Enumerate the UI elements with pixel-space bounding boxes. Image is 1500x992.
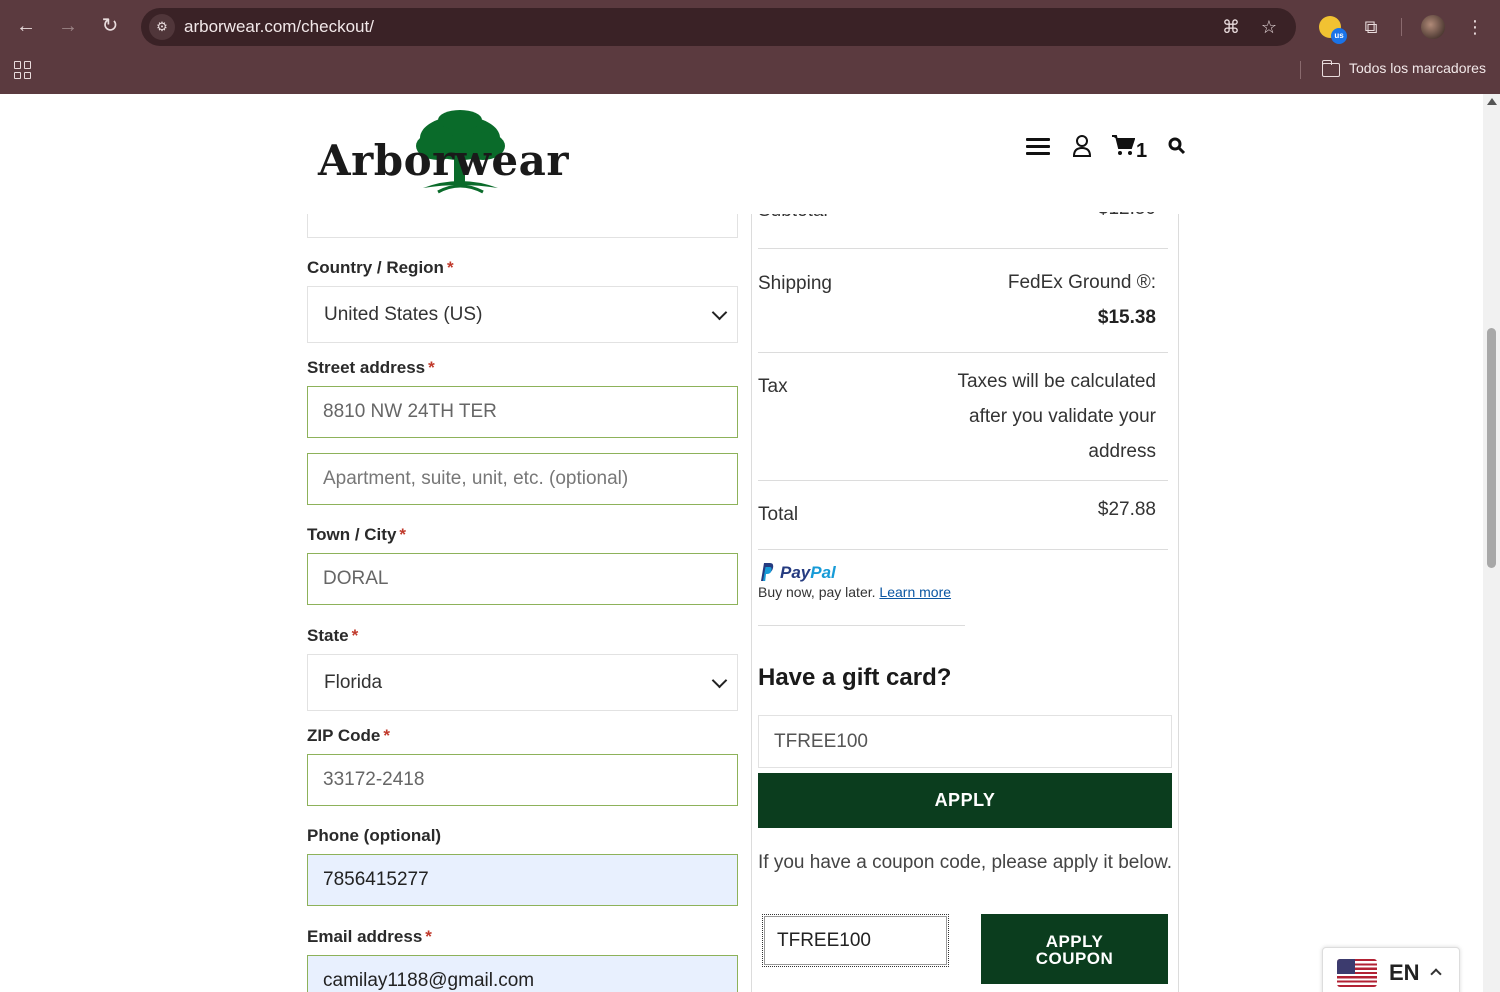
url-text[interactable]: arborwear.com/checkout/ (184, 17, 374, 37)
total-label: Total (758, 504, 799, 525)
bookmark-star-icon[interactable]: ☆ (1257, 15, 1281, 39)
paypal-learn-more-link[interactable]: Learn more (879, 584, 951, 600)
shipping-method: FedEx Ground ®: (1007, 272, 1156, 293)
address-bar[interactable]: ⚙ arborwear.com/checkout/ ⌘ ☆ (141, 8, 1296, 46)
paypal-logo-icon (761, 563, 774, 581)
chevron-up-icon (1430, 968, 1442, 980)
forward-arrow-icon[interactable]: → (54, 12, 82, 40)
extension-icon[interactable]: us (1319, 16, 1347, 44)
phone-label: Phone (optional) (307, 826, 442, 845)
state-label: State * (307, 626, 359, 645)
gift-card-input[interactable]: TFREE100 (758, 715, 1172, 768)
summary-divider (758, 549, 1168, 550)
total-value: $27.88 (1097, 499, 1156, 520)
folder-icon[interactable] (1321, 60, 1340, 77)
street-address-label: Street address * (307, 358, 435, 377)
language-code: EN (1389, 960, 1420, 985)
language-switcher[interactable]: EN (1322, 947, 1460, 992)
paypal-wordmark: PayPal (780, 563, 836, 582)
account-user-icon[interactable] (1071, 134, 1093, 162)
apps-grid-icon[interactable] (14, 61, 32, 79)
apply-coupon-button[interactable]: APPLY COUPON (981, 914, 1168, 984)
summary-divider (758, 480, 1168, 481)
tax-note: Taxes will be calculated after you valid… (957, 371, 1156, 462)
reload-icon[interactable]: ↻ (96, 12, 124, 40)
extensions-puzzle-icon[interactable]: ⧉ (1358, 14, 1384, 40)
email-label: Email address * (307, 927, 432, 946)
city-input[interactable]: DORAL (307, 553, 738, 605)
cart-icon[interactable] (1111, 134, 1136, 163)
site-info-icon[interactable]: ⚙ (149, 14, 175, 40)
bookmarks-bar: Todos los marcadores (0, 54, 1500, 86)
translate-icon[interactable]: ⌘ (1219, 15, 1243, 39)
menu-hamburger-icon[interactable] (1026, 134, 1050, 159)
shipping-value: FedEx Ground ®: $15.38 (1008, 265, 1156, 335)
browser-toolbar: ← → ↻ ⚙ arborwear.com/checkout/ ⌘ ☆ us ⧉… (0, 0, 1500, 94)
subtotal-label: Subtotal (758, 200, 828, 221)
country-select[interactable]: United States (US) (307, 286, 738, 343)
shipping-label: Shipping (758, 273, 832, 294)
summary-divider (758, 352, 1168, 353)
page-scrollbar[interactable] (1483, 94, 1500, 992)
paypal-divider (758, 625, 965, 626)
logo-wordmark: Arborwear (318, 136, 569, 185)
tax-label: Tax (758, 376, 788, 397)
profile-avatar[interactable] (1421, 15, 1445, 39)
country-label: Country / Region * (307, 258, 454, 277)
more-menu-icon[interactable]: ⋮ (1462, 14, 1488, 40)
coupon-prompt: If you have a coupon code, please apply … (758, 852, 1173, 873)
coupon-code-input[interactable]: TFREE100 (762, 914, 949, 967)
scroll-thumb[interactable] (1487, 328, 1496, 568)
us-flag-icon (1337, 959, 1377, 987)
apartment-input[interactable]: Apartment, suite, unit, etc. (optional) (307, 453, 738, 505)
summary-divider (758, 248, 1168, 249)
site-logo[interactable]: Arborwear (318, 108, 568, 198)
zip-input[interactable]: 33172-2418 (307, 754, 738, 806)
city-label: Town / City * (307, 525, 407, 544)
previous-field-partial[interactable] (307, 214, 738, 238)
state-select[interactable]: Florida (307, 654, 738, 711)
back-arrow-icon[interactable]: ← (12, 12, 40, 40)
gift-card-heading: Have a gift card? (758, 664, 952, 691)
chevron-down-icon (711, 304, 728, 321)
apply-gift-card-button[interactable]: APPLY (758, 773, 1172, 828)
scroll-up-arrow-icon[interactable] (1487, 98, 1497, 105)
chevron-down-icon (711, 672, 728, 689)
paypal-message-text: Buy now, pay later. (758, 584, 876, 600)
street-address-input[interactable]: 8810 NW 24TH TER (307, 386, 738, 438)
cart-count-badge[interactable]: 1 (1136, 140, 1147, 163)
phone-input[interactable]: 7856415277 (307, 854, 738, 906)
extension-badge: us (1331, 28, 1347, 44)
email-input[interactable]: camilay1188@gmail.com (307, 955, 738, 992)
all-bookmarks-link[interactable]: Todos los marcadores (1349, 60, 1486, 76)
zip-label: ZIP Code * (307, 726, 390, 745)
shipping-price: $15.38 (1097, 307, 1156, 328)
search-icon[interactable] (1166, 134, 1188, 162)
bookmarks-divider (1300, 61, 1301, 79)
toolbar-divider (1401, 18, 1402, 36)
subtotal-value: $12.50 (1097, 198, 1156, 219)
